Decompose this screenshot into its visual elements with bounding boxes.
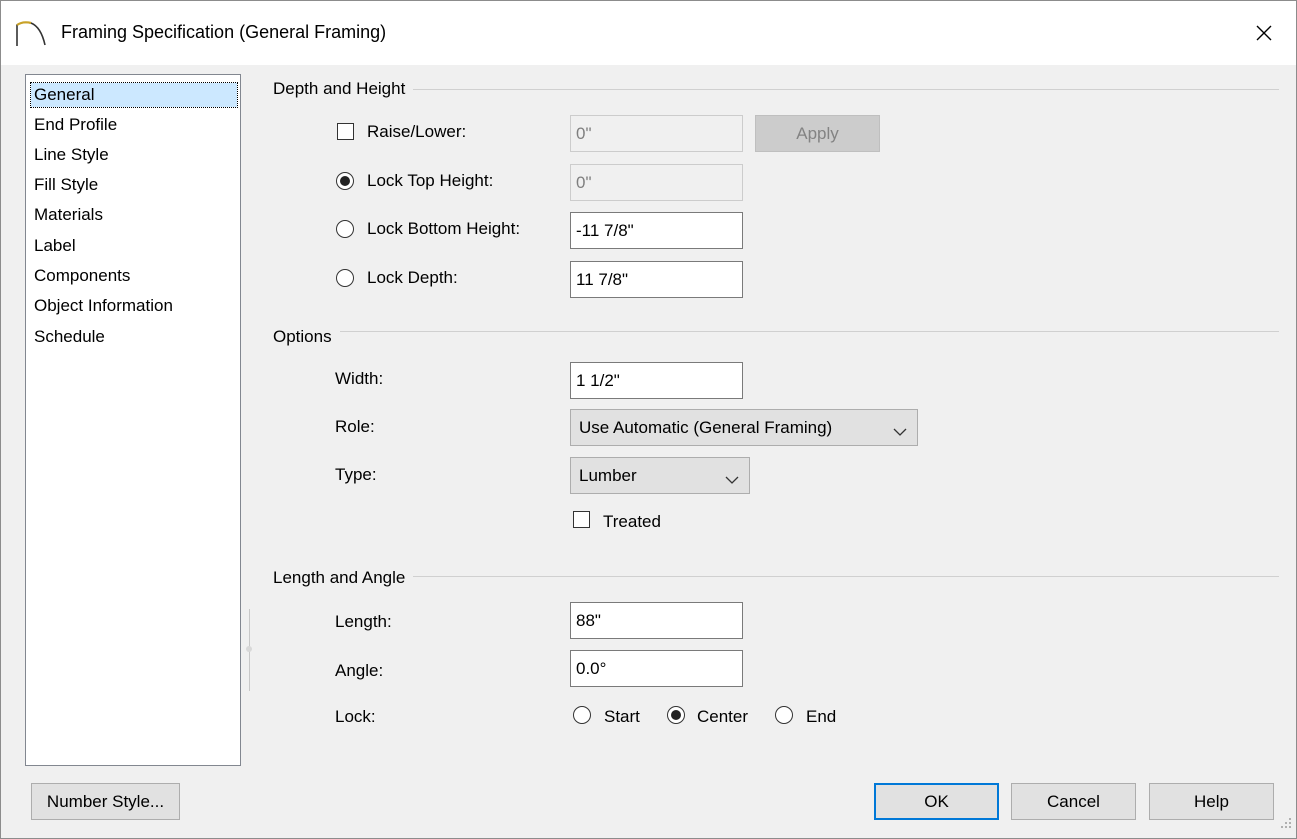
raise-lower-input[interactable] [570,115,743,152]
ok-button[interactable]: OK [874,783,999,820]
type-dropdown-value: Lumber [579,465,637,485]
nav-item-label[interactable]: Label [31,234,79,258]
width-label: Width: [335,369,384,388]
lock-top-height-label: Lock Top Height: [367,171,494,190]
lock-label: Lock: [335,707,376,726]
lock-depth-label: Lock Depth: [367,268,458,287]
treated-checkbox[interactable] [573,511,590,528]
length-angle-divider [273,576,1279,577]
chevron-down-icon [893,422,907,442]
raise-lower-label: Raise/Lower: [367,122,467,141]
category-list[interactable]: General End Profile Line Style Fill Styl… [25,74,241,766]
close-icon [1256,25,1272,41]
window-title: Framing Specification (General Framing) [61,22,387,42]
nav-item-fill-style[interactable]: Fill Style [31,173,101,197]
angle-label: Angle: [335,661,384,680]
treated-label: Treated [603,512,661,531]
lock-end-label: End [806,707,837,726]
length-label: Length: [335,612,392,631]
app-arc-icon [15,19,49,52]
cancel-button[interactable]: Cancel [1011,783,1136,820]
lock-start-radio[interactable] [573,706,591,724]
depth-height-divider [273,89,1279,90]
angle-input[interactable] [570,650,743,687]
role-label: Role: [335,417,375,436]
nav-item-object-information[interactable]: Object Information [31,294,176,318]
lock-top-height-input[interactable] [570,164,743,201]
options-title: Options [273,327,340,347]
lock-center-label: Center [697,707,749,726]
depth-height-title: Depth and Height [273,79,414,99]
nav-item-end-profile[interactable]: End Profile [31,113,120,137]
apply-button[interactable]: Apply [755,115,880,152]
chevron-down-icon [725,470,739,490]
number-style-button[interactable]: Number Style... [31,783,180,820]
framing-specification-dialog: Framing Specification (General Framing) … [0,0,1297,839]
lock-bottom-height-radio[interactable] [336,220,354,238]
nav-item-components[interactable]: Components [31,264,133,288]
close-button[interactable] [1232,1,1296,65]
title-bar: Framing Specification (General Framing) [1,1,1296,65]
help-button[interactable]: Help [1149,783,1274,820]
length-input[interactable] [570,602,743,639]
lock-top-height-radio[interactable] [336,172,354,190]
resize-grip-icon[interactable] [1280,814,1292,834]
nav-item-schedule[interactable]: Schedule [31,325,108,349]
lock-depth-radio[interactable] [336,269,354,287]
role-dropdown-value: Use Automatic (General Framing) [579,417,833,437]
nav-item-general[interactable]: General [30,82,238,108]
splitter-grip-icon [246,646,252,652]
raise-lower-checkbox[interactable] [337,123,354,140]
role-dropdown[interactable]: Use Automatic (General Framing) [570,409,918,446]
lock-start-label: Start [604,707,640,726]
type-label: Type: [335,465,377,484]
length-angle-title: Length and Angle [273,568,414,588]
lock-end-radio[interactable] [775,706,793,724]
lock-bottom-height-label: Lock Bottom Height: [367,219,521,238]
nav-item-materials[interactable]: Materials [31,203,106,227]
lock-bottom-height-input[interactable] [570,212,743,249]
nav-item-line-style[interactable]: Line Style [31,143,112,167]
lock-depth-input[interactable] [570,261,743,298]
width-input[interactable] [570,362,743,399]
options-divider [273,331,1279,332]
type-dropdown[interactable]: Lumber [570,457,750,494]
lock-center-radio[interactable] [667,706,685,724]
